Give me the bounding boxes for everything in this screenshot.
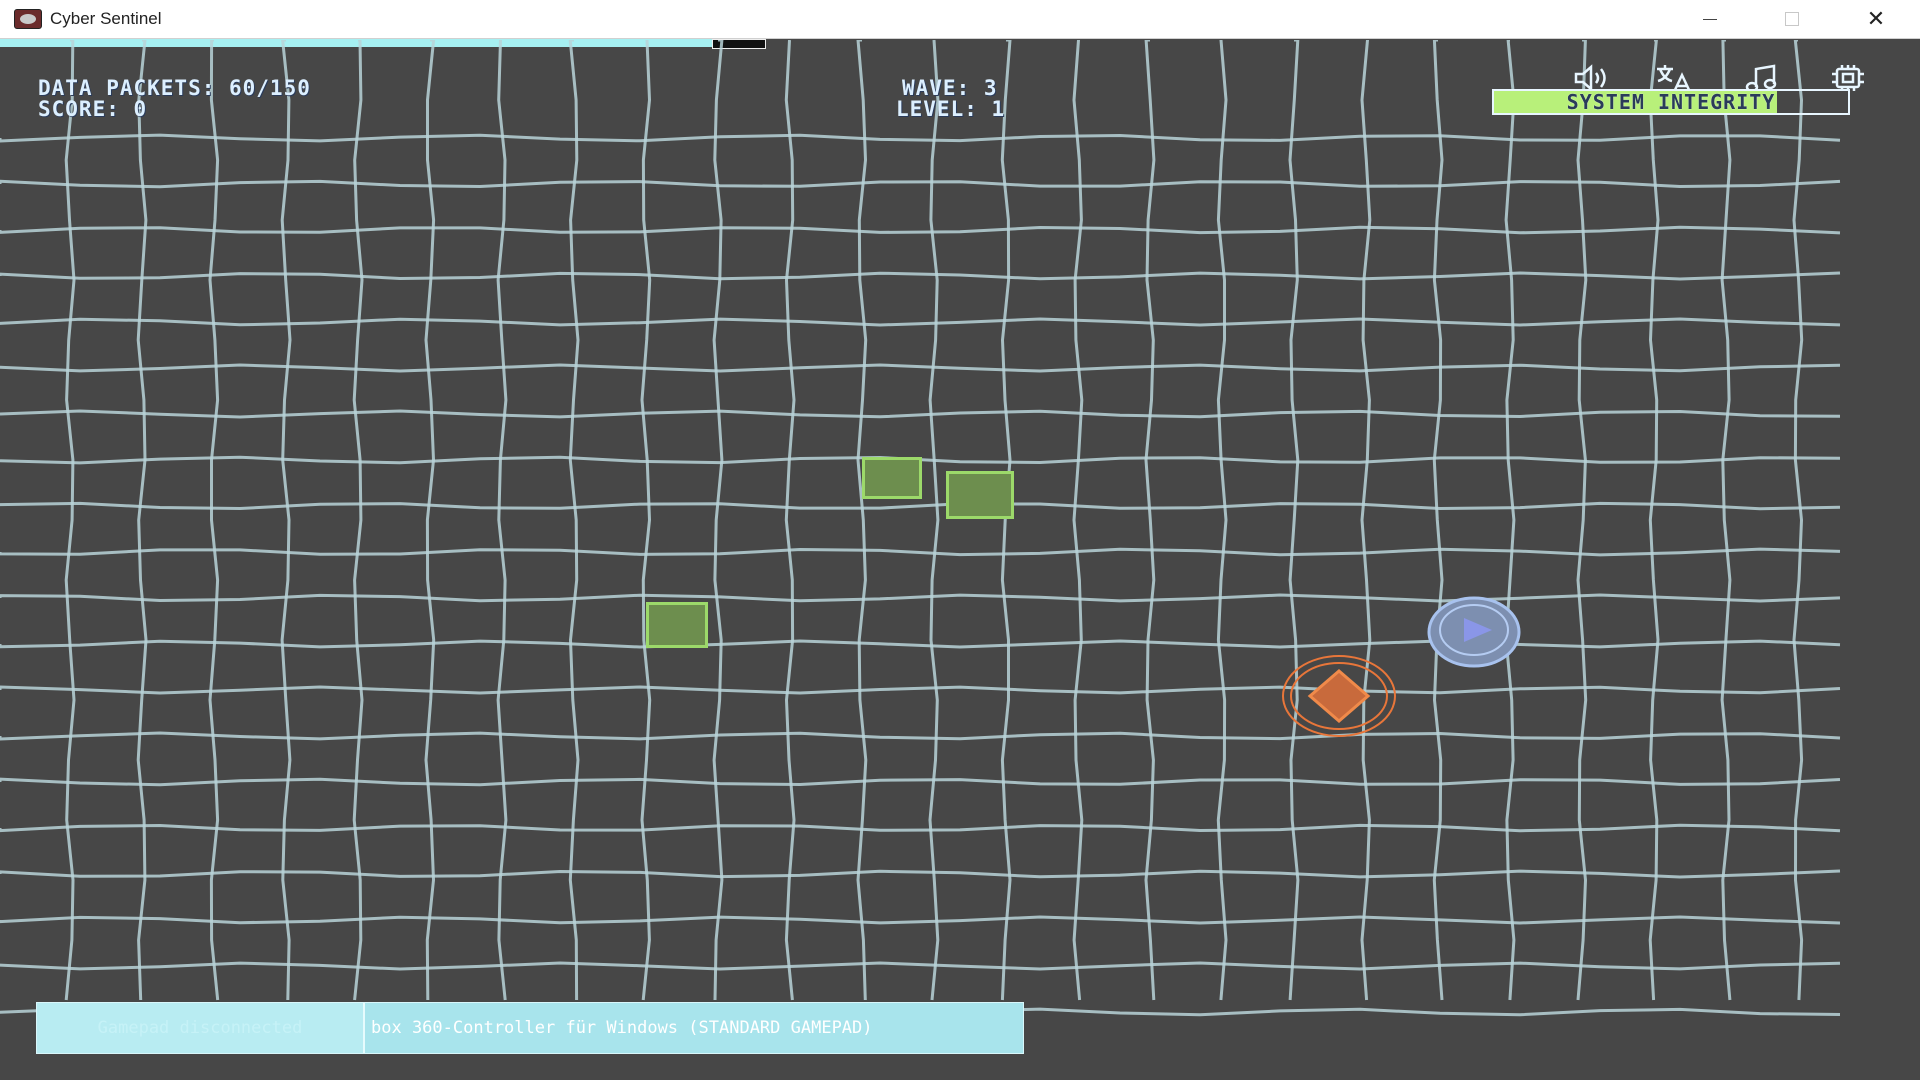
maximize-icon (1785, 12, 1799, 26)
grid-line-horizontal (0, 409, 1841, 419)
grid-line-vertical (424, 40, 436, 1001)
data-packet (862, 457, 922, 499)
score-counter: SCORE: 0 (38, 97, 148, 121)
wave-counter: WAVE: 3 (902, 76, 998, 100)
grid-line-horizontal (0, 317, 1841, 327)
data-packet (646, 602, 708, 648)
close-icon: ✕ (1866, 6, 1886, 32)
grid-lines (0, 40, 1841, 1017)
grid-line-vertical (1504, 40, 1516, 1001)
grid-line-horizontal (0, 271, 1841, 281)
gamepad-notification: Gamepad disconnected box 360-Controller … (36, 1002, 1024, 1054)
grid-line-vertical (136, 40, 148, 1001)
grid-line-vertical (928, 40, 940, 1001)
grid-line-horizontal (0, 731, 1841, 741)
game-window: Cyber Sentinel ✕ DATA PACKETS: 60/150 SC… (0, 0, 1920, 1080)
grid-line-vertical (280, 40, 292, 1001)
gamepad-device-name: box 360-Controller für Windows (STANDARD… (371, 1018, 873, 1038)
grid-line-vertical (1576, 40, 1588, 1001)
system-integrity-bar: SYSTEM INTEGRITY (1492, 89, 1850, 115)
grid-line-vertical (1360, 40, 1372, 1001)
close-button[interactable]: ✕ (1836, 0, 1916, 38)
app-icon (14, 9, 42, 29)
grid-line-horizontal (0, 179, 1841, 189)
enemy-virus-icon (1427, 596, 1521, 668)
grid-line-horizontal (0, 225, 1841, 235)
grid-line-horizontal (0, 869, 1841, 879)
grid-line-vertical (1720, 40, 1732, 1001)
grid-line-horizontal (0, 823, 1841, 833)
grid-line-horizontal (0, 915, 1841, 925)
game-board[interactable] (0, 40, 1920, 1080)
grid-line-vertical (1432, 40, 1444, 1001)
grid-line-horizontal (0, 685, 1841, 695)
grid-line-vertical (712, 40, 724, 1001)
level-counter: LEVEL: 1 (896, 97, 1006, 121)
title-bar: Cyber Sentinel ✕ (0, 0, 1920, 39)
grid-line-vertical (640, 40, 652, 1001)
data-packets-counter: DATA PACKETS: 60/150 (38, 76, 311, 100)
player-sentinel-icon (1282, 655, 1396, 737)
grid-line-vertical (1216, 40, 1228, 1001)
window-title: Cyber Sentinel (50, 9, 162, 28)
grid-line-vertical (568, 40, 580, 1001)
grid-line-horizontal (0, 363, 1841, 373)
data-packet (946, 471, 1014, 519)
grid-line-horizontal (0, 961, 1841, 971)
grid-line-horizontal (0, 777, 1841, 787)
gamepad-status: Gamepad disconnected (37, 1003, 365, 1053)
grid-line-horizontal (0, 639, 1841, 649)
grid-line-horizontal (0, 501, 1841, 511)
grid-line-horizontal (0, 593, 1841, 603)
minimize-icon (1703, 18, 1717, 20)
grid-line-horizontal (0, 133, 1841, 143)
maximize-button[interactable] (1752, 0, 1832, 38)
grid-line-horizontal (0, 547, 1841, 557)
sound-icon (1574, 64, 1606, 92)
minimize-button[interactable] (1670, 0, 1750, 38)
grid-line-vertical (1072, 40, 1084, 1001)
system-integrity-label: SYSTEM INTEGRITY (1566, 90, 1776, 114)
grid-line-vertical (784, 40, 796, 1001)
